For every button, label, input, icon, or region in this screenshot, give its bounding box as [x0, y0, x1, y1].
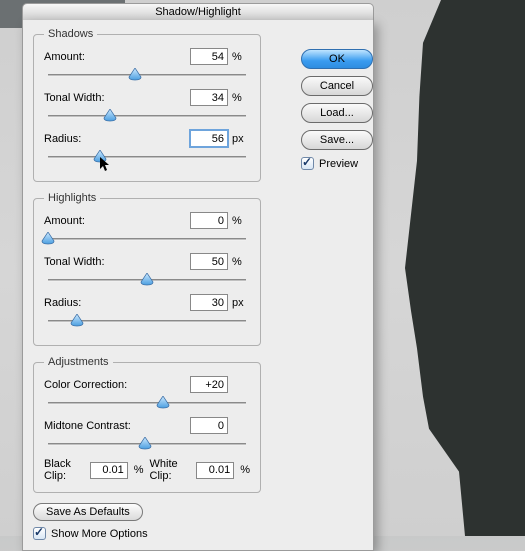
- ok-button[interactable]: OK: [301, 49, 373, 69]
- cancel-button[interactable]: Cancel: [301, 76, 373, 96]
- color-correction-input[interactable]: [190, 376, 228, 393]
- slider-thumb-icon[interactable]: [70, 314, 84, 327]
- black-clip-unit: %: [134, 464, 144, 476]
- slider-thumb-icon[interactable]: [41, 232, 55, 245]
- highlights-legend: Highlights: [44, 192, 100, 204]
- highlights-amount-slider[interactable]: [44, 233, 250, 247]
- highlights-tonal-label: Tonal Width:: [44, 256, 190, 268]
- highlights-amount-input[interactable]: [190, 212, 228, 229]
- slider-thumb-icon[interactable]: [156, 396, 170, 409]
- slider-thumb-icon[interactable]: [128, 68, 142, 81]
- highlights-group: Highlights Amount: % Tonal Width: % Radi…: [33, 192, 261, 346]
- shadows-amount-slider[interactable]: [44, 69, 250, 83]
- shadows-legend: Shadows: [44, 28, 97, 40]
- white-clip-unit: %: [240, 464, 250, 476]
- shadows-group: Shadows Amount: % Tonal Width: % Radius:: [33, 28, 261, 182]
- highlights-amount-unit: %: [228, 215, 250, 227]
- slider-track: [48, 156, 246, 159]
- highlights-amount-label: Amount:: [44, 215, 190, 227]
- highlights-radius-unit: px: [228, 297, 250, 309]
- highlights-radius-input[interactable]: [190, 294, 228, 311]
- show-more-options-label: Show More Options: [51, 528, 148, 540]
- highlights-radius-slider[interactable]: [44, 315, 250, 329]
- shadows-tonal-unit: %: [228, 92, 250, 104]
- midtone-contrast-slider[interactable]: [44, 438, 250, 452]
- person-silhouette: [405, 0, 525, 536]
- save-as-defaults-button[interactable]: Save As Defaults: [33, 503, 143, 521]
- slider-track: [48, 115, 246, 118]
- shadows-radius-unit: px: [228, 133, 250, 145]
- adjustments-legend: Adjustments: [44, 356, 113, 368]
- slider-thumb-icon[interactable]: [93, 150, 107, 163]
- shadows-tonal-slider[interactable]: [44, 110, 250, 124]
- preview-checkbox[interactable]: [301, 157, 314, 170]
- white-clip-label: White Clip:: [150, 458, 191, 482]
- shadow-highlight-dialog: Shadows Amount: % Tonal Width: % Radius:: [22, 20, 374, 551]
- preview-label: Preview: [319, 158, 358, 170]
- dialog-titlebar: Shadow/Highlight: [22, 3, 374, 20]
- slider-thumb-icon[interactable]: [103, 109, 117, 122]
- shadows-amount-label: Amount:: [44, 51, 190, 63]
- show-more-options-checkbox[interactable]: [33, 527, 46, 540]
- adjustments-group: Adjustments Color Correction: Midtone Co…: [33, 356, 261, 493]
- black-clip-label: Black Clip:: [44, 458, 84, 482]
- slider-thumb-icon[interactable]: [140, 273, 154, 286]
- highlights-tonal-input[interactable]: [190, 253, 228, 270]
- highlights-tonal-slider[interactable]: [44, 274, 250, 288]
- shadows-radius-input[interactable]: [190, 130, 228, 147]
- shadows-radius-slider[interactable]: [44, 151, 250, 165]
- load-button[interactable]: Load...: [301, 103, 373, 123]
- color-correction-slider[interactable]: [44, 397, 250, 411]
- slider-thumb-icon[interactable]: [138, 437, 152, 450]
- black-clip-input[interactable]: [90, 462, 128, 479]
- shadows-amount-unit: %: [228, 51, 250, 63]
- highlights-radius-label: Radius:: [44, 297, 190, 309]
- midtone-contrast-input[interactable]: [190, 417, 228, 434]
- save-button[interactable]: Save...: [301, 130, 373, 150]
- slider-track: [48, 402, 246, 405]
- shadows-radius-label: Radius:: [44, 133, 190, 145]
- white-clip-input[interactable]: [196, 462, 234, 479]
- color-correction-label: Color Correction:: [44, 379, 190, 391]
- midtone-contrast-label: Midtone Contrast:: [44, 420, 190, 432]
- dialog-title: Shadow/Highlight: [155, 6, 241, 18]
- slider-track: [48, 74, 246, 77]
- shadows-amount-input[interactable]: [190, 48, 228, 65]
- shadows-tonal-input[interactable]: [190, 89, 228, 106]
- slider-track: [48, 238, 246, 241]
- highlights-tonal-unit: %: [228, 256, 250, 268]
- shadows-tonal-label: Tonal Width:: [44, 92, 190, 104]
